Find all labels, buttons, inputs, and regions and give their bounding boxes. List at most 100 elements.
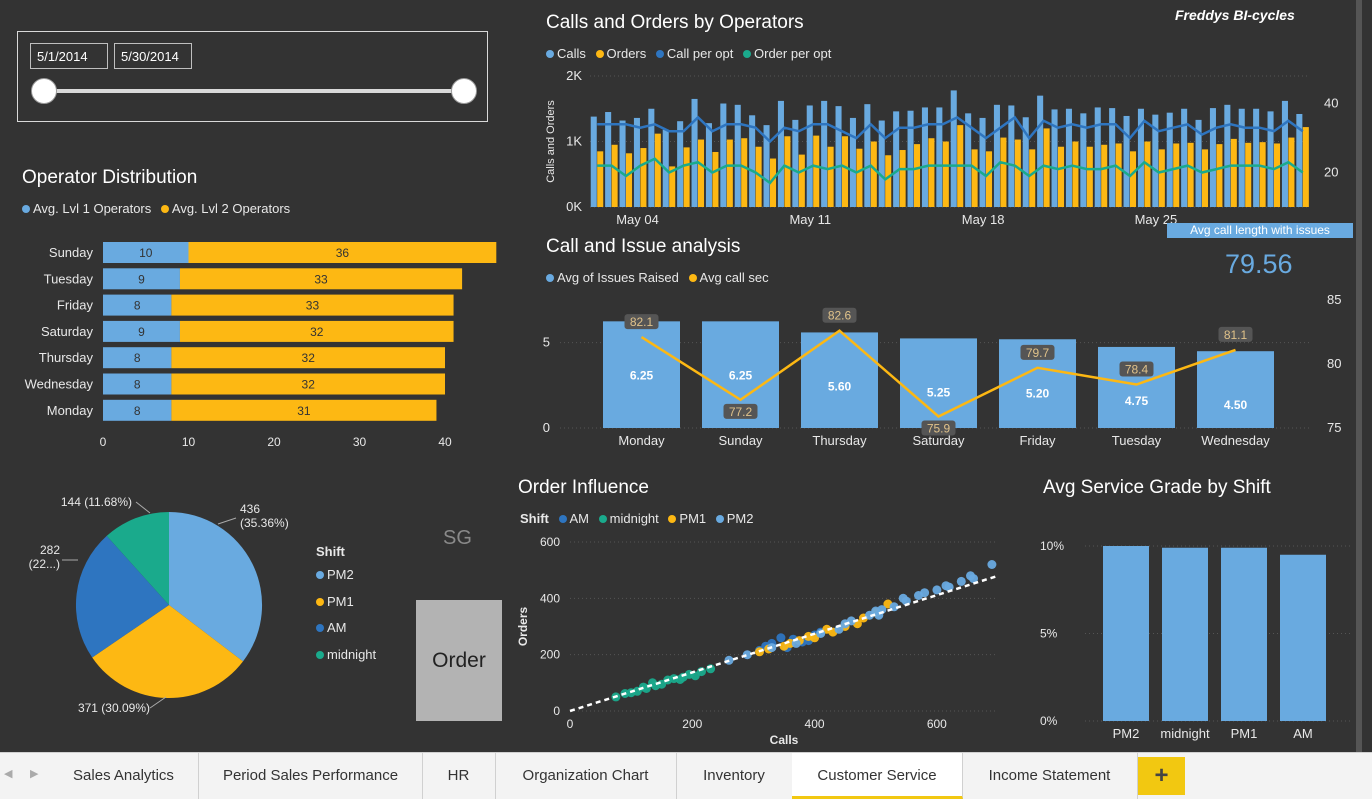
bar bbox=[993, 104, 1000, 207]
bar bbox=[928, 138, 935, 207]
bar bbox=[1267, 111, 1274, 207]
legend-dot-icon bbox=[316, 597, 324, 606]
x-tick-label: Monday bbox=[618, 433, 665, 448]
y-tick-label: 400 bbox=[540, 591, 560, 605]
bar bbox=[986, 151, 993, 207]
kpi-label: Avg call length with issues bbox=[1167, 223, 1353, 238]
order-influence-chart: 00 200 200 400 400 600 600 Calls Orders bbox=[516, 535, 999, 747]
bar bbox=[1123, 115, 1130, 207]
tab-scroll-left-icon[interactable]: ◀ bbox=[4, 767, 12, 780]
bar bbox=[1000, 137, 1007, 207]
bar bbox=[677, 121, 684, 207]
tab-inventory[interactable]: Inventory bbox=[676, 753, 793, 799]
slider-start-handle[interactable] bbox=[31, 78, 57, 104]
data-label: 33 bbox=[306, 299, 320, 313]
bar bbox=[821, 100, 828, 207]
data-label: 4.75 bbox=[1125, 394, 1149, 408]
x-tick-label: 0 bbox=[100, 435, 107, 449]
bar bbox=[950, 90, 957, 207]
x-tick-label: 10 bbox=[182, 435, 196, 449]
start-date-field[interactable]: 5/1/2014 bbox=[30, 43, 108, 69]
tab-sales-analytics[interactable]: Sales Analytics bbox=[49, 753, 199, 799]
legend-title: Shift bbox=[316, 544, 345, 559]
data-label: 81.1 bbox=[1224, 328, 1248, 342]
x-tick-label: 20 bbox=[267, 435, 281, 449]
slider-end-handle[interactable] bbox=[451, 78, 477, 104]
calls-orders-chart: 0K 1K 2K 20 40 Calls and Orders May 04 May 11 Ma… bbox=[545, 68, 1338, 227]
y-tick-label: 1K bbox=[566, 134, 582, 149]
legend-dot-icon bbox=[688, 274, 697, 282]
data-label: 10 bbox=[139, 246, 153, 260]
bar bbox=[900, 338, 977, 428]
order-influence-title: Order Influence bbox=[518, 477, 649, 498]
x-tick-label: Thursday bbox=[812, 433, 867, 448]
bar bbox=[1130, 151, 1137, 207]
bar bbox=[1245, 142, 1252, 207]
category-label: Thursday bbox=[39, 350, 94, 365]
data-label: 8 bbox=[134, 378, 141, 392]
operator-distribution-legend: Avg. Lvl 1 Operators Avg. Lvl 2 Operator… bbox=[22, 201, 296, 216]
tab-scroll-right-icon[interactable]: ▶ bbox=[30, 767, 38, 780]
bar bbox=[798, 154, 805, 207]
tab-income-statement[interactable]: Income Statement bbox=[962, 753, 1138, 799]
add-page-button[interactable]: + bbox=[1138, 757, 1185, 795]
legend-item: Call per opt bbox=[666, 46, 734, 61]
bar bbox=[726, 139, 733, 207]
y-tick-label: 200 bbox=[540, 648, 560, 662]
legend-dot-icon bbox=[668, 515, 677, 523]
tab-organization-chart[interactable]: Organization Chart bbox=[495, 753, 677, 799]
data-label: 32 bbox=[302, 351, 316, 365]
x-tick-label: 200 bbox=[682, 717, 702, 731]
bar bbox=[654, 133, 661, 207]
tab-period-sales-performance[interactable]: Period Sales Performance bbox=[199, 753, 423, 799]
category-label: Sunday bbox=[49, 245, 94, 260]
y-tick-label: 2K bbox=[566, 68, 582, 83]
data-label: 78.4 bbox=[1125, 362, 1149, 376]
data-label: 82.6 bbox=[828, 309, 852, 323]
legend-title: Shift bbox=[520, 511, 549, 526]
bar bbox=[1115, 143, 1122, 207]
bar bbox=[942, 141, 949, 207]
bar bbox=[907, 110, 914, 207]
scrollbar[interactable] bbox=[1356, 0, 1362, 752]
data-label: 75.9 bbox=[927, 421, 951, 435]
shift-pie-chart: 436(35.36%) 371 (30.09%) 282(22...) 144 (11… bbox=[29, 495, 289, 715]
legend-item: PM1 bbox=[679, 511, 707, 526]
legend-item: Orders bbox=[606, 46, 647, 61]
date-slicer[interactable]: 5/1/2014 5/30/2014 bbox=[17, 31, 488, 122]
tab-hr[interactable]: HR bbox=[422, 753, 496, 799]
bar bbox=[1144, 141, 1151, 207]
category-label: Saturday bbox=[41, 324, 94, 339]
scatter-point bbox=[638, 682, 648, 692]
order-button[interactable]: Order bbox=[416, 600, 502, 721]
legend-dot-icon bbox=[546, 274, 554, 282]
bar bbox=[870, 141, 877, 207]
scatter-point bbox=[920, 588, 930, 598]
legend-item: Avg. Lvl 1 Operators bbox=[33, 201, 152, 216]
legend-item: Calls bbox=[557, 46, 586, 61]
end-date-field[interactable]: 5/30/2014 bbox=[114, 43, 192, 69]
data-label: 8 bbox=[134, 404, 141, 418]
tab-customer-service[interactable]: Customer Service bbox=[792, 753, 963, 799]
x-tick-label: May 04 bbox=[616, 212, 659, 227]
legend-item: Order per opt bbox=[754, 46, 832, 61]
category-label: Friday bbox=[57, 298, 94, 313]
bar bbox=[1221, 547, 1267, 721]
legend-dot-icon bbox=[546, 50, 554, 58]
x-tick-label: 0 bbox=[567, 717, 574, 731]
bar bbox=[597, 151, 604, 207]
bar bbox=[734, 104, 741, 207]
scatter-point bbox=[956, 576, 966, 586]
legend-item: midnight bbox=[609, 511, 659, 526]
bar bbox=[691, 98, 698, 207]
bar bbox=[633, 117, 640, 207]
y-tick-label: 600 bbox=[540, 535, 560, 549]
data-label: 9 bbox=[138, 272, 145, 286]
scatter-point bbox=[966, 571, 975, 581]
bar bbox=[619, 120, 626, 207]
bar bbox=[1230, 138, 1237, 207]
bar bbox=[1259, 142, 1266, 207]
bar bbox=[1302, 127, 1309, 207]
y-axis-label: Calls and Orders bbox=[545, 100, 557, 183]
legend-dot-icon bbox=[715, 515, 724, 523]
